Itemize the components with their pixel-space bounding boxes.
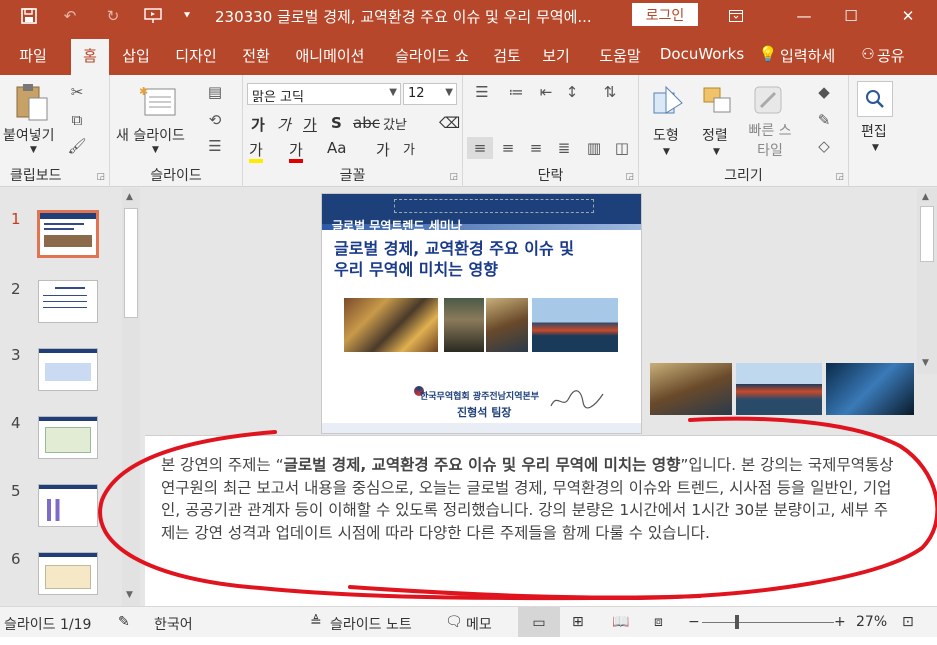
zoom-out-icon[interactable]: −	[688, 614, 700, 630]
zoom-level[interactable]: 27%	[856, 614, 887, 630]
reading-view-icon[interactable]: 📖	[612, 614, 629, 630]
background-document-edge	[0, 637, 937, 645]
comments-icon[interactable]: 🗨	[445, 614, 463, 630]
spellcheck-icon[interactable]: ✎	[118, 614, 130, 630]
red-circle-annotation	[98, 416, 937, 601]
slideshow-view-icon[interactable]: ⧈	[654, 614, 663, 630]
normal-view-icon[interactable]: ▭	[518, 607, 560, 638]
zoom-in-icon[interactable]: +	[834, 614, 846, 630]
fit-slide-icon[interactable]: ⊡	[902, 614, 914, 630]
comments-button[interactable]: 메모	[466, 614, 492, 634]
zoom-slider[interactable]	[702, 622, 834, 623]
slide-sorter-icon[interactable]: ⊞	[572, 614, 584, 630]
language-indicator[interactable]: 한국어	[154, 614, 193, 634]
notes-toggle-icon[interactable]: ≜	[310, 614, 322, 630]
zoom-slider-thumb[interactable]	[735, 615, 739, 629]
status-bar: 슬라이드 1/19 ✎ 한국어 ≜ 슬라이드 노트 🗨 메모 ▭ ⊞ 📖 ⧈ −…	[0, 606, 937, 638]
slide-indicator[interactable]: 슬라이드 1/19	[4, 614, 91, 634]
notes-toggle-button[interactable]: 슬라이드 노트	[330, 614, 412, 634]
